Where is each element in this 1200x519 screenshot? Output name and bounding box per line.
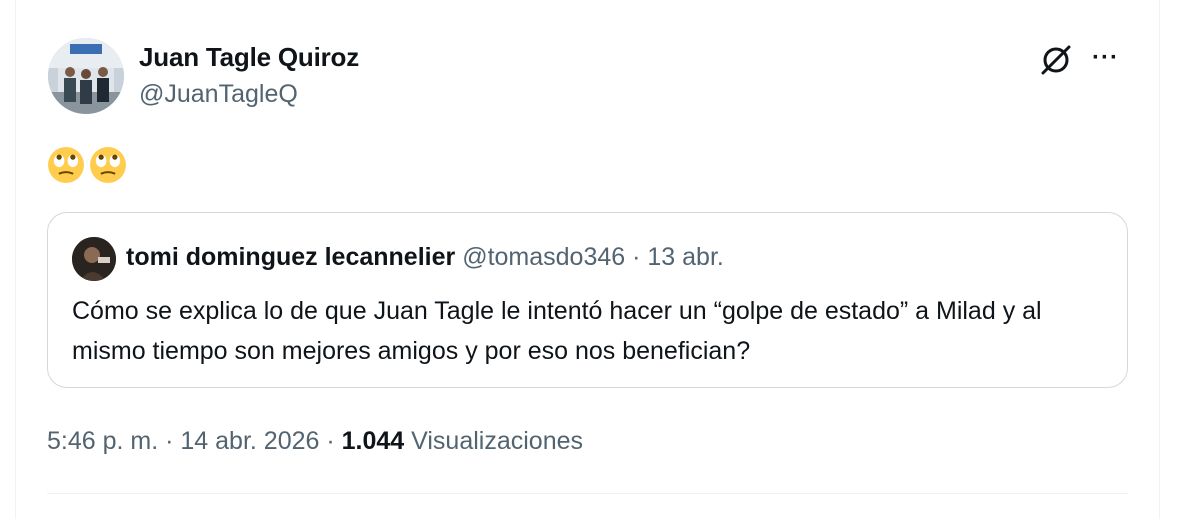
- face-with-rolling-eyes-icon: [90, 147, 126, 183]
- quoted-author-handle[interactable]: @tomasdo346: [462, 243, 625, 271]
- face-with-rolling-eyes-icon: [48, 147, 84, 183]
- views-count: 1.044: [341, 427, 405, 455]
- timestamp[interactable]: 5:46 p. m. · 14 abr. 2026 ·: [47, 427, 342, 455]
- author-handle[interactable]: @JuanTagleQ: [139, 80, 298, 109]
- quoted-text: Cómo se explica lo de que Juan Tagle le …: [72, 297, 1042, 365]
- quoted-date[interactable]: 13 abr.: [647, 243, 723, 271]
- quoted-author-avatar[interactable]: [72, 237, 116, 281]
- author-name[interactable]: Juan Tagle Quiroz: [139, 42, 359, 73]
- tweet-meta: 5:46 p. m. · 14 abr. 2026 · 1.044 Visual…: [47, 427, 583, 456]
- grok-icon[interactable]: [1038, 42, 1074, 78]
- views-label: Visualizaciones: [404, 427, 583, 455]
- quoted-author-name[interactable]: tomi dominguez lecannelier: [126, 243, 455, 271]
- author-avatar[interactable]: [48, 38, 124, 114]
- quoted-separator: ·: [625, 243, 648, 271]
- tweet-text: [47, 146, 127, 184]
- quoted-tweet[interactable]: tomi dominguez lecannelier @tomasdo346 ·…: [47, 212, 1128, 388]
- quoted-header: tomi dominguez lecannelier @tomasdo346 ·…: [126, 243, 724, 272]
- divider: [47, 493, 1128, 494]
- more-options-icon[interactable]: ···: [1092, 44, 1119, 72]
